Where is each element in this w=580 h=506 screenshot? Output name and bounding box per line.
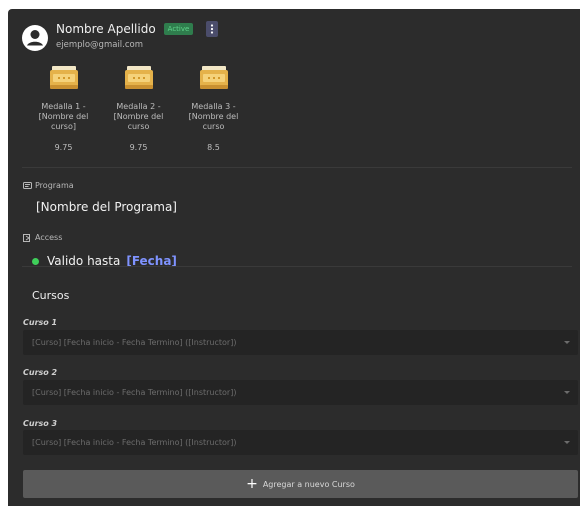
chevron-down-icon <box>564 441 570 444</box>
add-course-button[interactable]: + Agregar a nuevo Curso <box>23 470 578 498</box>
medal-label: Medalla 1 - [Nombre del curso] <box>38 102 89 131</box>
user-avatar-icon <box>22 25 48 51</box>
course-select[interactable]: [Curso] [Fecha inicio - Fecha Termino] (… <box>23 330 578 355</box>
medal-score: 9.75 <box>54 143 73 152</box>
medal-icon <box>199 66 228 89</box>
access-label: Access <box>35 233 63 242</box>
divider <box>22 167 572 168</box>
status-badge: Active <box>163 23 194 35</box>
program-section-label: Programa <box>23 181 74 190</box>
course-label: Curso 2 <box>23 368 58 377</box>
medal-item: Medalla 1 - [Nombre del curso] 9.75 <box>26 66 101 152</box>
course-label: Curso 3 <box>23 419 58 428</box>
divider <box>22 266 572 267</box>
medal-icon <box>124 66 153 89</box>
door-icon <box>23 233 30 242</box>
course-placeholder: [Curso] [Fecha inicio - Fecha Termino] (… <box>32 338 237 347</box>
medals-row: Medalla 1 - [Nombre del curso] 9.75 Meda… <box>26 66 251 152</box>
id-card-icon <box>23 182 32 189</box>
course-label: Curso 1 <box>23 318 58 327</box>
course-placeholder: [Curso] [Fecha inicio - Fecha Termino] (… <box>32 438 237 447</box>
user-header: Nombre Apellido Active ejemplo@gmail.com <box>22 21 219 51</box>
kebab-menu-button[interactable] <box>206 21 219 37</box>
medal-icon <box>49 66 78 89</box>
medal-item: Medalla 3 - [Nombre del curso 8.5 <box>176 66 251 152</box>
name-row: Nombre Apellido Active <box>56 21 219 37</box>
course-select[interactable]: [Curso] [Fecha inicio - Fecha Termino] (… <box>23 430 578 455</box>
program-value: [Nombre del Programa] <box>36 200 177 214</box>
medal-score: 9.75 <box>129 143 148 152</box>
medal-score: 8.5 <box>207 143 220 152</box>
add-course-label: Agregar a nuevo Curso <box>262 479 355 489</box>
program-label: Programa <box>35 181 74 190</box>
courses-title: Cursos <box>32 289 70 302</box>
course-select[interactable]: [Curso] [Fecha inicio - Fecha Termino] (… <box>23 380 578 405</box>
status-dot <box>32 257 39 265</box>
medal-item: Medalla 2 - [Nombre del curso 9.75 <box>101 66 176 152</box>
chevron-down-icon <box>564 391 570 394</box>
user-detail-panel: Nombre Apellido Active ejemplo@gmail.com <box>8 9 580 506</box>
plus-icon: + <box>246 476 258 492</box>
course-placeholder: [Curso] [Fecha inicio - Fecha Termino] (… <box>32 388 237 397</box>
user-name: Nombre Apellido <box>56 22 156 36</box>
user-info: Nombre Apellido Active ejemplo@gmail.com <box>56 21 219 50</box>
access-section-label: Access <box>23 233 62 242</box>
kebab-menu-icon <box>211 24 214 34</box>
medal-label: Medalla 3 - [Nombre del curso <box>188 102 239 131</box>
user-email: ejemplo@gmail.com <box>56 40 144 50</box>
medal-label: Medalla 2 - [Nombre del curso <box>113 102 164 131</box>
chevron-down-icon <box>564 341 570 344</box>
